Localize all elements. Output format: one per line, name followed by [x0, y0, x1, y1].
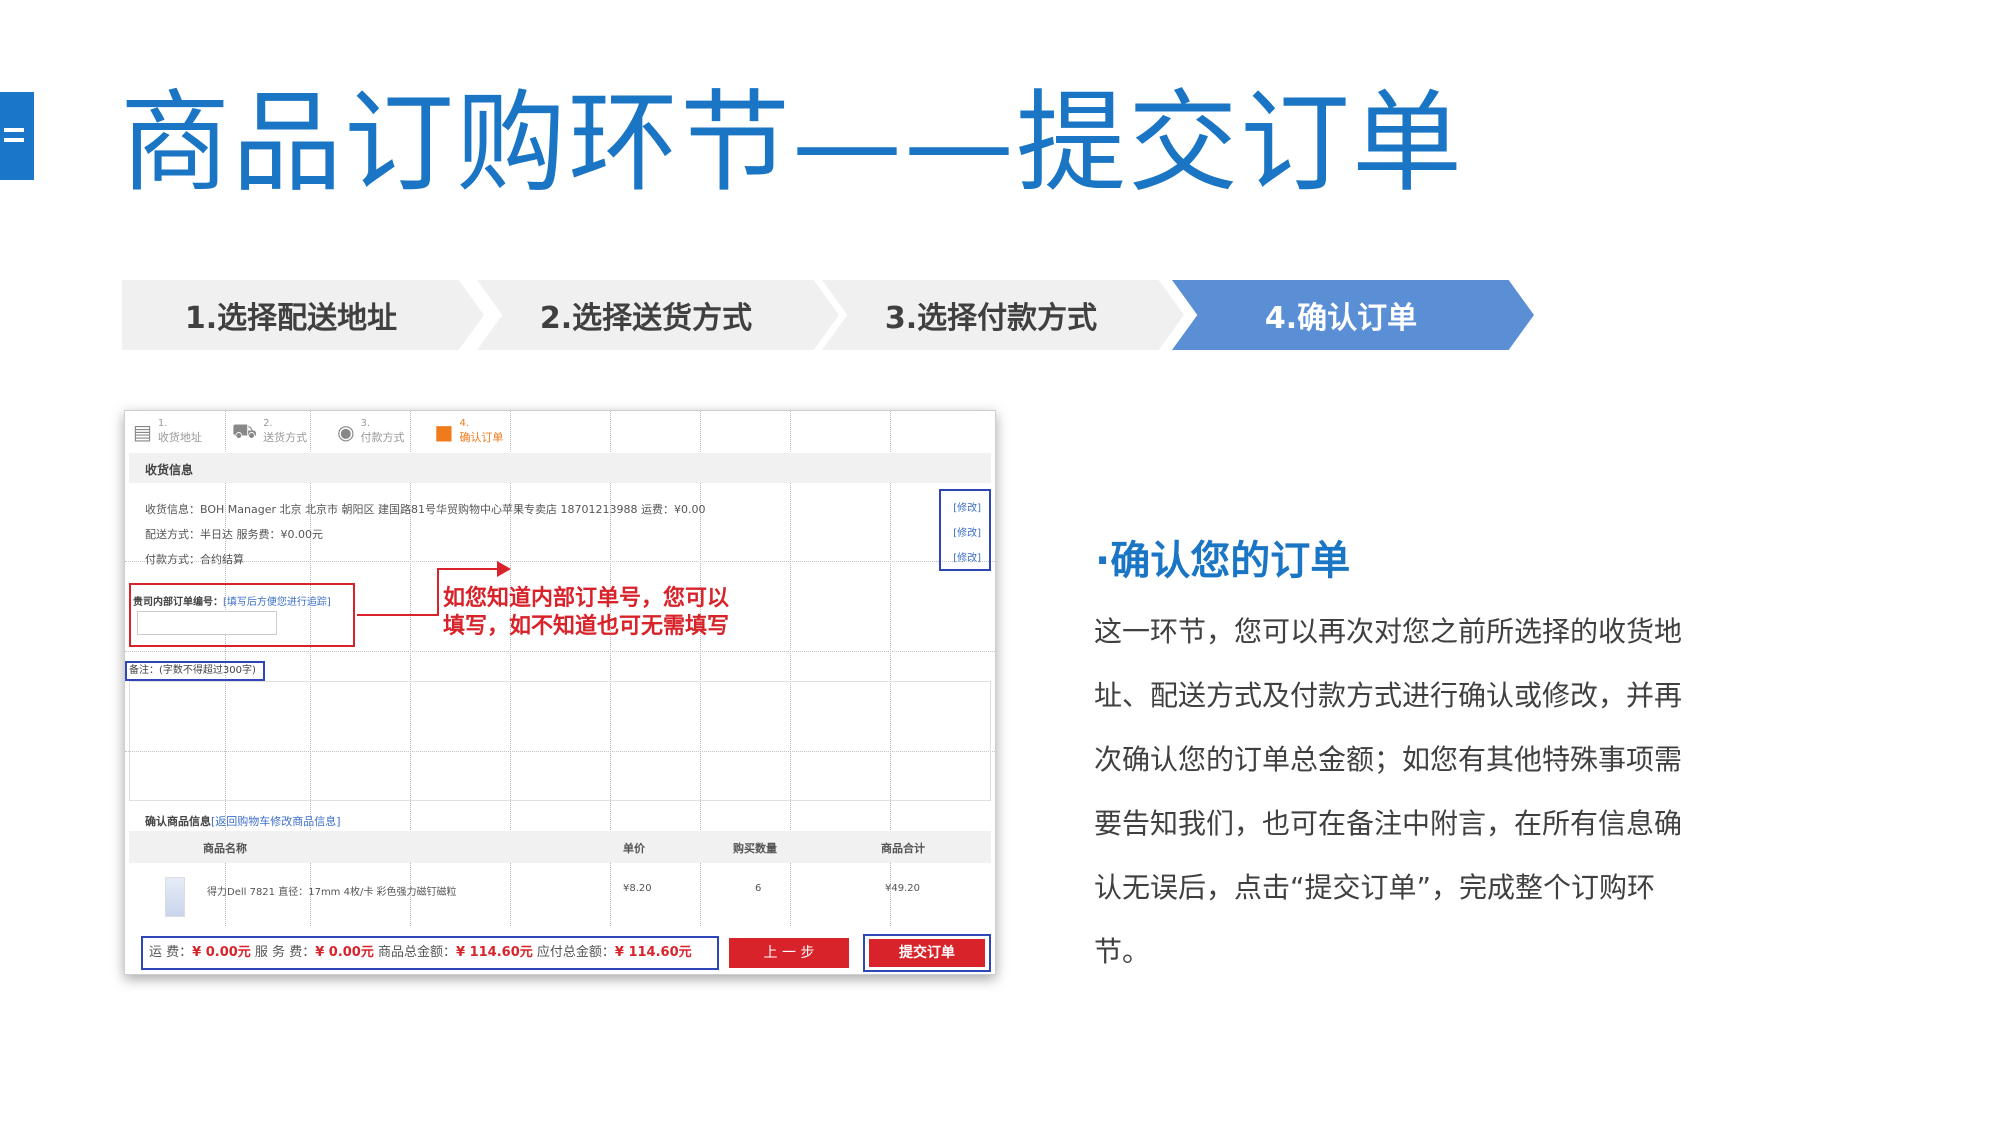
- order-footer: 运 费：¥ 0.00元 服 务 费：¥ 0.00元 商品总金额：¥ 114.60…: [125, 926, 995, 974]
- step-3: 3.选择付款方式: [822, 280, 1184, 350]
- submit-order-button[interactable]: 提交订单: [869, 939, 985, 967]
- progress-step-address[interactable]: ▤ 1. 收货地址: [133, 419, 202, 445]
- modify-delivery-link[interactable]: [修改]: [953, 524, 981, 539]
- callout-line: 如您知道内部订单号，您可以: [443, 586, 730, 611]
- slide-marker: [0, 92, 34, 180]
- modify-payment-link[interactable]: [修改]: [953, 549, 981, 564]
- col-qty: 购买数量: [733, 842, 777, 855]
- marker-line: [4, 128, 24, 132]
- progress-step-delivery[interactable]: ⛟ 2. 送货方式: [232, 419, 307, 446]
- progress-step-payment[interactable]: ◉ 3. 付款方式: [337, 419, 404, 445]
- receive-section-title: 收货信息: [145, 463, 194, 477]
- step-bar: 1.选择配送地址 2.选择送货方式 3.选择付款方式 4.确认订单: [122, 280, 1542, 350]
- product-total: ¥49.20: [885, 883, 920, 894]
- progress-num: 3.: [360, 418, 371, 429]
- checkout-screenshot: ▤ 1. 收货地址 ⛟ 2. 送货方式 ◉ 3. 付款方式 ■ 4. 确认订单 收货信息…: [124, 410, 996, 975]
- product-thumbnail[interactable]: [165, 877, 185, 917]
- payable-value: ¥ 114.60元: [614, 945, 692, 960]
- back-to-cart-link[interactable]: [返回购物车修改商品信息]: [211, 815, 341, 828]
- marker-line: [4, 138, 24, 142]
- remark-textarea[interactable]: [129, 681, 991, 801]
- grid-line: [125, 561, 995, 562]
- service-label: 服 务 费：: [250, 945, 316, 960]
- truck-icon: ⛟: [231, 418, 258, 443]
- product-qty: 6: [755, 883, 762, 894]
- step-2: 2.选择送货方式: [477, 280, 839, 350]
- progress-num: 1.: [157, 418, 168, 429]
- col-name: 商品名称: [203, 842, 247, 855]
- progress-label: 送货方式: [263, 431, 308, 444]
- section-heading: ·确认您的订单: [1095, 538, 1351, 584]
- callout-arrow: [437, 568, 439, 616]
- progress-label: 付款方式: [360, 431, 405, 444]
- modify-address-link[interactable]: [修改]: [953, 499, 981, 514]
- progress-num: 2.: [263, 418, 273, 429]
- callout-line: 填写，如不知道也可无需填写: [443, 614, 730, 639]
- remark-label: 备注：(字数不得超过300字): [125, 661, 265, 681]
- product-price: ¥8.20: [623, 883, 652, 894]
- col-total: 商品合计: [881, 842, 925, 855]
- product-name[interactable]: 得力Dell 7821 直径：17mm 4枚/卡 彩色强力磁钉磁粒: [207, 883, 457, 898]
- progress-label: 确认订单: [459, 431, 504, 444]
- goods-total-value: ¥ 114.60元: [456, 945, 533, 960]
- step-1: 1.选择配送地址: [122, 280, 484, 350]
- slide: 商品订购环节——提交订单 1.选择配送地址 2.选择送货方式 3.选择付款方式 …: [0, 0, 2000, 1125]
- goods-table-header: 商品名称 单价 购买数量 商品合计: [129, 831, 991, 863]
- step-4-active: 4.确认订单: [1172, 280, 1534, 350]
- order-number-input[interactable]: [137, 611, 277, 635]
- callout-arrow: [357, 614, 437, 616]
- section-header-bar: [129, 453, 991, 483]
- arrow-right-icon: [497, 561, 511, 577]
- box-icon: ■: [434, 420, 454, 444]
- receive-info: 收货信息：BOH Manager 北京 北京市 朝阳区 建国路81号华贸购物中心…: [145, 503, 706, 516]
- payable-label: 应付总金额：: [532, 945, 615, 960]
- medal-icon: ◉: [337, 420, 355, 444]
- payment-info: 付款方式：合约结算: [145, 553, 244, 566]
- document-icon: ▤: [133, 420, 152, 444]
- goods-total-label: 商品总金额：: [373, 945, 456, 960]
- grid-line: [125, 651, 995, 652]
- progress-num: 4.: [459, 418, 469, 429]
- table-row: 得力Dell 7821 直径：17mm 4枚/卡 彩色强力磁钉磁粒 ¥8.20 …: [129, 863, 991, 925]
- confirm-goods-title: 确认商品信息[返回购物车修改商品信息]: [145, 813, 341, 829]
- prev-step-button[interactable]: 上 一 步: [729, 938, 849, 968]
- section-description: 这一环节，您可以再次对您之前所选择的收货地址、配送方式及付款方式进行确认或修改，…: [1094, 615, 1683, 968]
- freight-label: 运 费：: [149, 945, 193, 960]
- order-number-text: 贵司内部订单编号：: [133, 597, 223, 608]
- slide-title: 商品订购环节——提交订单: [120, 79, 1464, 207]
- delivery-info: 配送方式：半日达 服务费：¥0.00元: [145, 528, 323, 541]
- col-price: 单价: [623, 842, 645, 855]
- order-number-label: 贵司内部订单编号：[填写后方便您进行追踪]: [133, 593, 331, 608]
- progress-step-confirm[interactable]: ■ 4. 确认订单: [435, 419, 504, 445]
- service-value: ¥ 0.00元: [315, 945, 374, 960]
- checkout-progress: ▤ 1. 收货地址 ⛟ 2. 送货方式 ◉ 3. 付款方式 ■ 4. 确认订单: [133, 415, 503, 449]
- order-totals: 运 费：¥ 0.00元 服 务 费：¥ 0.00元 商品总金额：¥ 114.60…: [141, 936, 719, 970]
- confirm-goods-text: 确认商品信息: [145, 815, 211, 828]
- progress-label: 收货地址: [157, 431, 202, 444]
- callout-text: 如您知道内部订单号，您可以 填写，如不知道也可无需填写: [443, 585, 729, 641]
- order-number-hint: [填写后方便您进行追踪]: [223, 597, 331, 608]
- freight-value: ¥ 0.00元: [192, 945, 251, 960]
